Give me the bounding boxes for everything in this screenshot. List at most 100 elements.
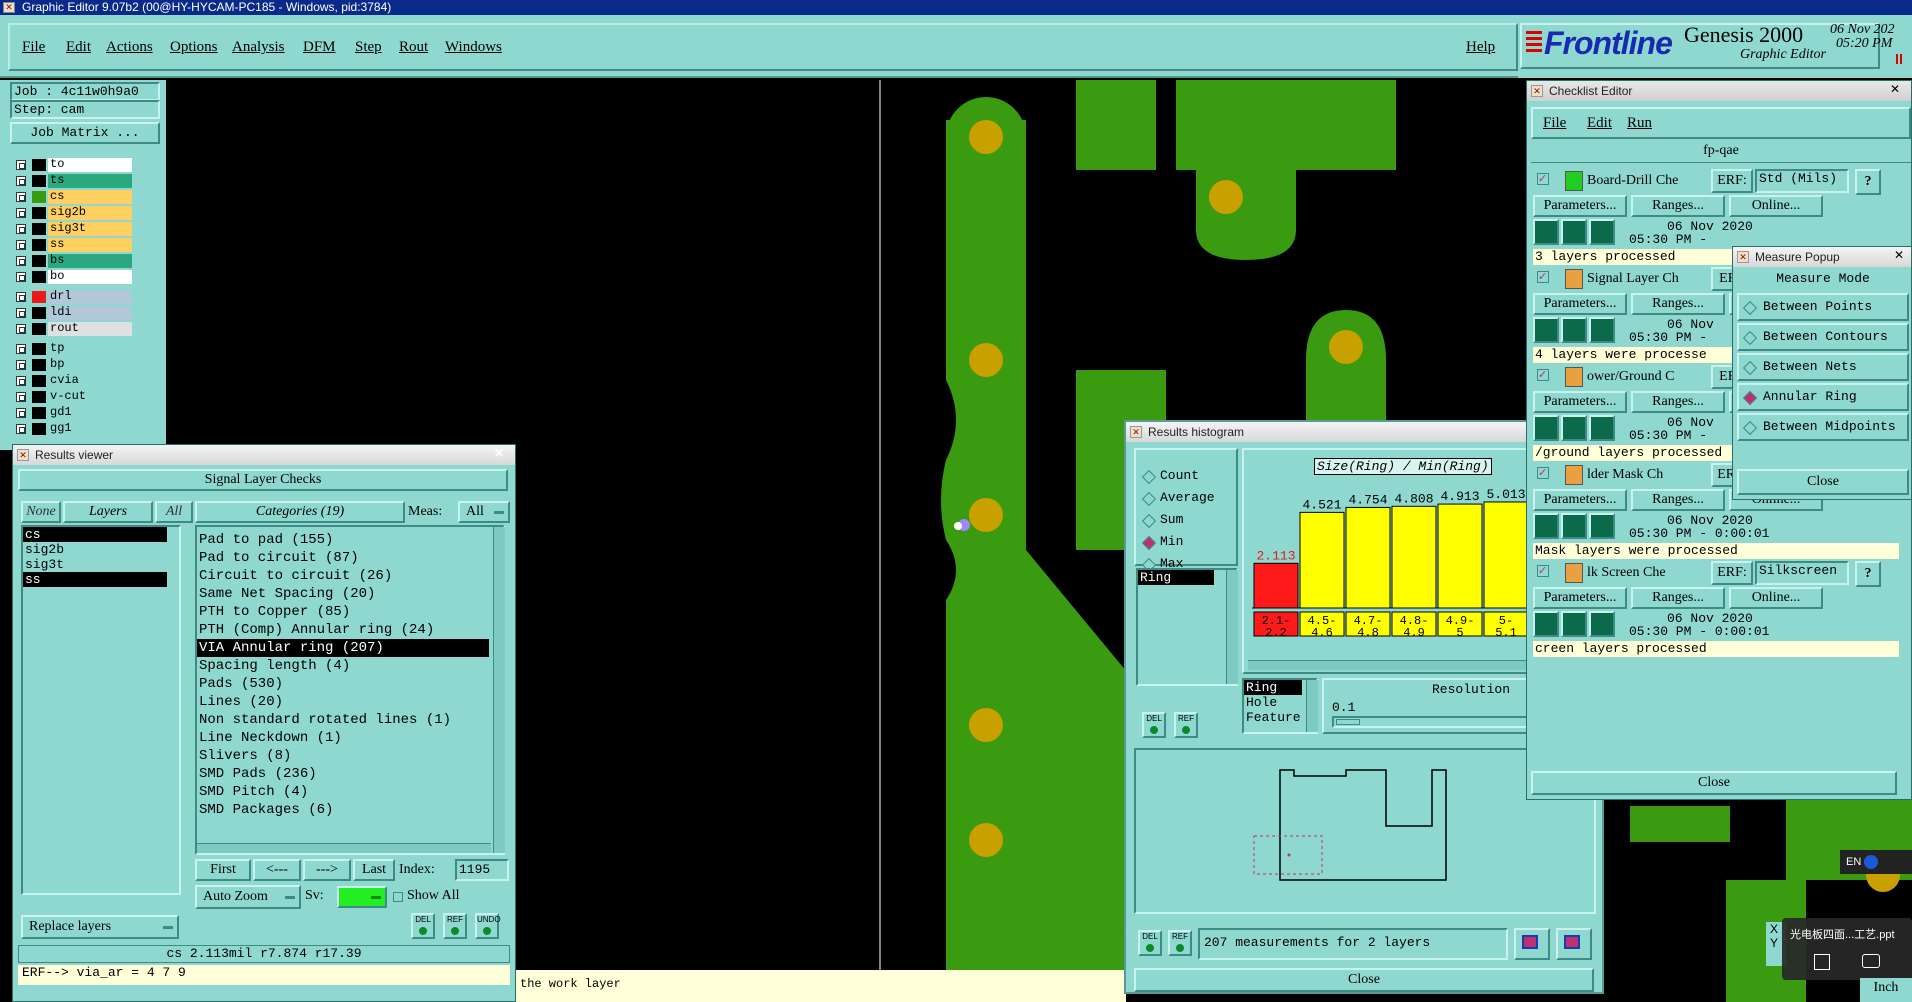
- layer-row-drl[interactable]: drl: [14, 290, 132, 304]
- histogram-bar[interactable]: [1345, 506, 1391, 609]
- resolution-item[interactable]: Hole: [1244, 695, 1302, 710]
- checklist-menu-file[interactable]: File: [1543, 115, 1566, 132]
- measure-mode-annular-ring[interactable]: Annular Ring: [1737, 383, 1909, 411]
- check-name[interactable]: Board-Drill Che: [1587, 173, 1678, 189]
- ranges-button[interactable]: Ranges...: [1631, 391, 1725, 413]
- checklist-close-icon[interactable]: ✕: [1885, 82, 1905, 98]
- layer-color-swatch[interactable]: [32, 291, 46, 303]
- layer-checkbox[interactable]: [16, 240, 26, 250]
- category-item[interactable]: Circuit to circuit (26): [197, 567, 489, 585]
- parameters-button[interactable]: Parameters...: [1533, 489, 1627, 511]
- layer-row-ts[interactable]: ts: [14, 174, 132, 188]
- menu-actions[interactable]: Actions: [106, 39, 153, 56]
- run-action-icon[interactable]: [1589, 513, 1615, 539]
- check-name[interactable]: lk Screen Che: [1587, 565, 1666, 581]
- check-enabled-checkbox[interactable]: ✓: [1537, 565, 1549, 577]
- resolution-item[interactable]: Feature: [1244, 710, 1302, 725]
- layer-list-item[interactable]: ss: [23, 572, 167, 587]
- ref-icon[interactable]: REF: [1168, 930, 1192, 956]
- check-name[interactable]: Signal Layer Ch: [1587, 271, 1679, 287]
- parameters-button[interactable]: Parameters...: [1533, 587, 1627, 609]
- checklist-menu-edit[interactable]: Edit: [1587, 115, 1612, 132]
- layer-checkbox[interactable]: [16, 272, 26, 282]
- run-action-icon[interactable]: [1533, 513, 1559, 539]
- replace-layers-select[interactable]: Replace layers: [21, 915, 179, 939]
- run-action-icon[interactable]: [1533, 611, 1559, 637]
- check-enabled-checkbox[interactable]: ✓: [1537, 173, 1549, 185]
- histogram-item-list[interactable]: Ring: [1136, 568, 1238, 686]
- delete-icon[interactable]: DEL: [411, 913, 435, 939]
- run-action-icon[interactable]: [1561, 415, 1587, 441]
- layer-checkbox[interactable]: [16, 208, 26, 218]
- zoom-fit-icon[interactable]: [1556, 928, 1592, 960]
- layer-checkbox[interactable]: [16, 392, 26, 402]
- delete-icon[interactable]: DEL: [1142, 712, 1166, 738]
- layer-color-swatch[interactable]: [32, 343, 46, 355]
- layer-row-to[interactable]: to: [14, 158, 132, 172]
- layer-checkbox[interactable]: [16, 176, 26, 186]
- ref-icon[interactable]: REF: [1174, 712, 1198, 738]
- category-item[interactable]: VIA Annular ring (207): [197, 639, 489, 657]
- run-action-icon[interactable]: [1561, 611, 1587, 637]
- categories-button[interactable]: Categories (19): [195, 501, 405, 523]
- layer-checkbox[interactable]: [16, 308, 26, 318]
- category-item[interactable]: Pad to pad (155): [197, 531, 489, 549]
- layer-checkbox[interactable]: [16, 360, 26, 370]
- units-indicator[interactable]: Inch: [1860, 978, 1912, 1002]
- category-item[interactable]: Slivers (8): [197, 747, 489, 765]
- run-action-icon[interactable]: [1533, 415, 1559, 441]
- run-action-icon[interactable]: [1561, 513, 1587, 539]
- undo-icon[interactable]: UNDO: [475, 913, 501, 939]
- taskbar-preview[interactable]: 光电板四面...工艺.ppt: [1782, 918, 1912, 980]
- layer-row-bs[interactable]: bs: [14, 254, 132, 268]
- layer-color-swatch[interactable]: [32, 359, 46, 371]
- menu-windows[interactable]: Windows: [445, 39, 502, 56]
- layer-color-swatch[interactable]: [32, 323, 46, 335]
- ranges-button[interactable]: Ranges...: [1631, 587, 1725, 609]
- results-viewer-close-icon[interactable]: ✕: [489, 446, 509, 462]
- check-help-icon[interactable]: ?: [1855, 169, 1881, 195]
- layer-color-swatch[interactable]: [32, 239, 46, 251]
- layer-checkbox[interactable]: [16, 408, 26, 418]
- histogram-bar[interactable]: [1299, 511, 1345, 609]
- categories-hscrollbar[interactable]: [197, 843, 491, 853]
- list-item[interactable]: Ring: [1138, 570, 1214, 585]
- layer-color-swatch[interactable]: [32, 223, 46, 235]
- histogram-bar[interactable]: [1437, 503, 1483, 609]
- run-action-icon[interactable]: [1589, 611, 1615, 637]
- check-name[interactable]: ower/Ground C: [1587, 369, 1675, 385]
- category-item[interactable]: Pad to circuit (87): [197, 549, 489, 567]
- check-name[interactable]: lder Mask Ch: [1587, 467, 1663, 483]
- menu-edit[interactable]: Edit: [66, 39, 91, 56]
- sv-color-select[interactable]: [337, 886, 387, 908]
- category-item[interactable]: SMD Pitch (4): [197, 783, 489, 801]
- run-action-icon[interactable]: [1561, 219, 1587, 245]
- auto-zoom-select[interactable]: Auto Zoom: [195, 885, 301, 909]
- item-list-scrollbar[interactable]: [1226, 570, 1238, 684]
- run-action-icon[interactable]: [1533, 219, 1559, 245]
- parameters-button[interactable]: Parameters...: [1533, 293, 1627, 315]
- layer-row-rout[interactable]: rout: [14, 322, 132, 336]
- measure-mode-between-points[interactable]: Between Points: [1737, 293, 1909, 321]
- layer-row-gd1[interactable]: gd1: [14, 406, 132, 420]
- layer-list-item[interactable]: sig3t: [23, 557, 167, 572]
- layer-row-cs[interactable]: cs: [14, 190, 132, 204]
- categories-scrollbar[interactable]: [493, 527, 505, 853]
- run-action-icon[interactable]: [1561, 317, 1587, 343]
- check-help-icon[interactable]: ?: [1855, 561, 1881, 587]
- check-enabled-checkbox[interactable]: ✓: [1537, 369, 1549, 381]
- zoom-window-icon[interactable]: [1514, 928, 1550, 960]
- resolution-item[interactable]: Ring: [1244, 680, 1302, 695]
- erf-value[interactable]: Silkscreen: [1755, 561, 1849, 585]
- menu-step[interactable]: Step: [355, 39, 382, 56]
- layer-color-swatch[interactable]: [32, 159, 46, 171]
- histogram-bar[interactable]: [1253, 562, 1299, 609]
- measure-close-icon[interactable]: ✕: [1889, 248, 1909, 264]
- histogram-close-button[interactable]: Close: [1134, 968, 1594, 992]
- category-item[interactable]: PTH (Comp) Annular ring (24): [197, 621, 489, 639]
- category-item[interactable]: SMD Packages (6): [197, 801, 489, 819]
- language-indicator[interactable]: EN: [1840, 850, 1912, 874]
- ranges-button[interactable]: Ranges...: [1631, 195, 1725, 217]
- layer-color-swatch[interactable]: [32, 423, 46, 435]
- last-button[interactable]: Last: [353, 859, 395, 881]
